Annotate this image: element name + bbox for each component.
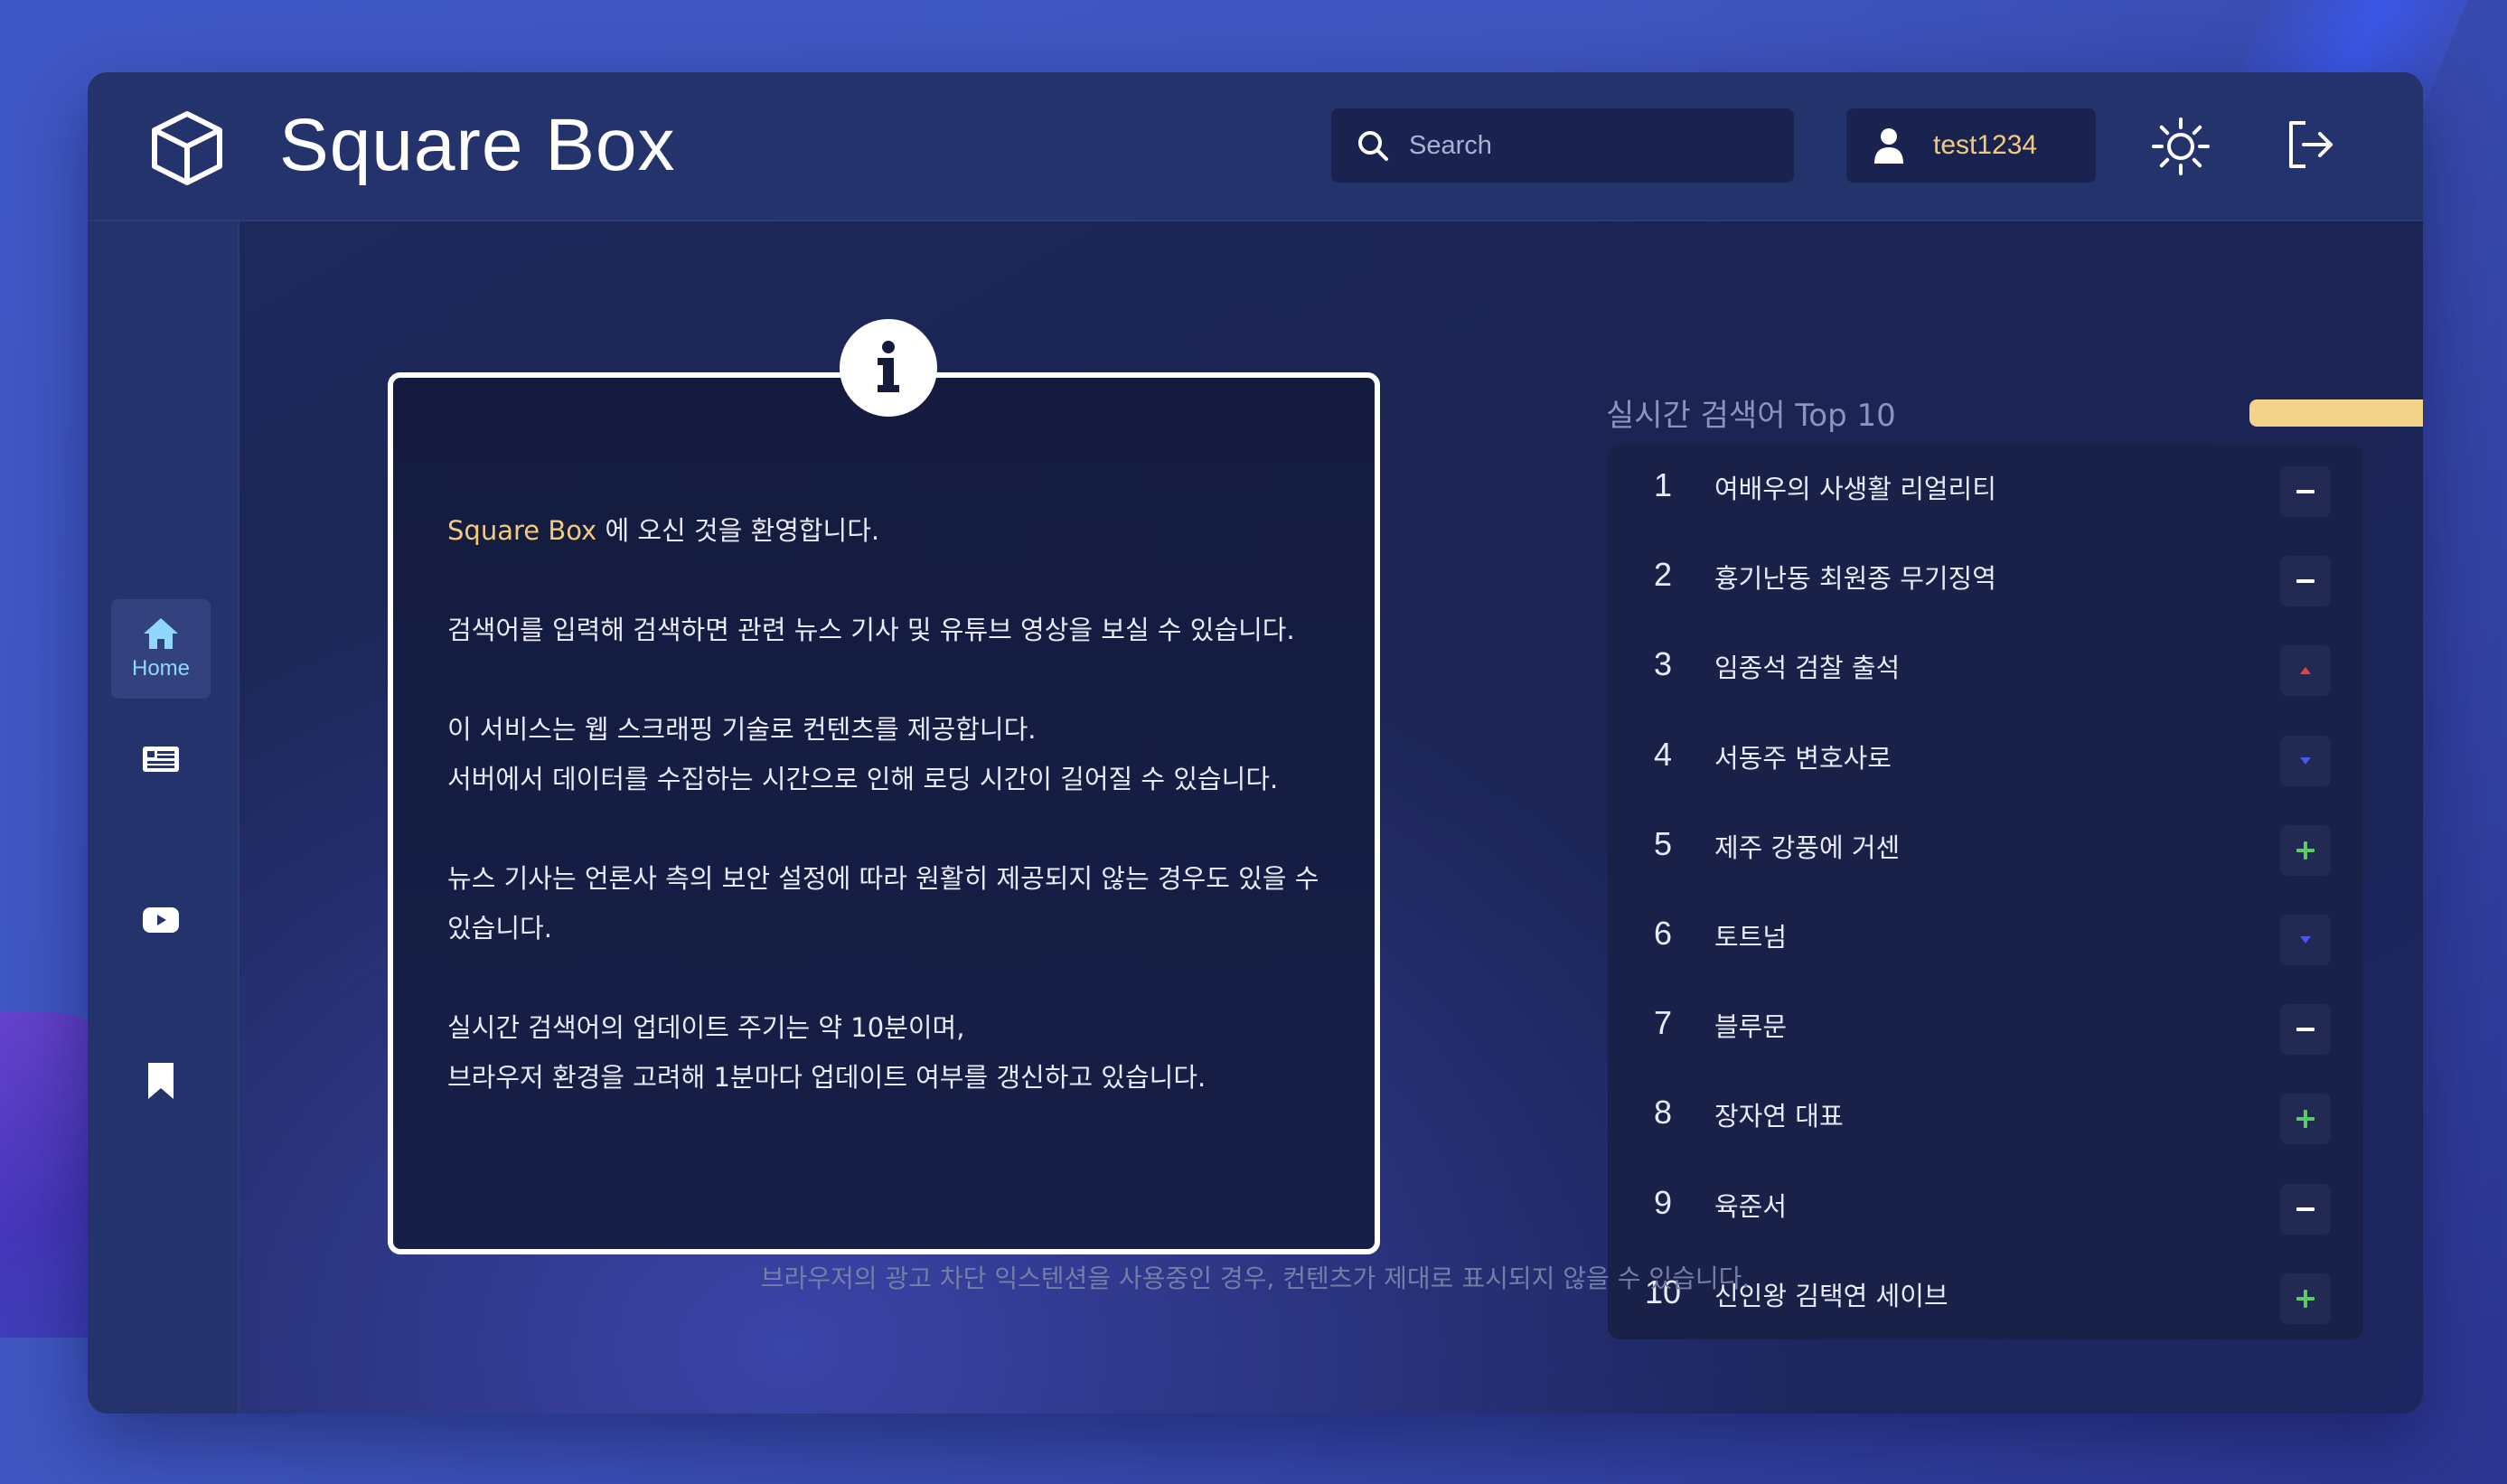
ranking-row[interactable]: 6 토트넘	[1608, 893, 2363, 982]
rank-number: 2	[1653, 556, 1673, 594]
info-icon	[840, 319, 937, 417]
sidebar: Home	[88, 221, 239, 1414]
search-icon	[1358, 131, 1388, 161]
info-line: 이 서비스는 웹 스크래핑 기술로 컨텐츠를 제공합니다.	[447, 714, 1037, 745]
home-icon	[144, 618, 178, 649]
rank-status	[2280, 466, 2331, 517]
rank-up-icon	[2300, 667, 2311, 675]
sidebar-item-home[interactable]: Home	[111, 599, 211, 699]
header: Square Box test1234	[88, 72, 2423, 221]
info-text: Square Box 에 오신 것을 환영합니다. 검색어를 입력해 검색하면 …	[447, 506, 1351, 1152]
info-paragraph: 검색어를 입력해 검색하면 관련 뉴스 기사 및 유튜브 영상을 보실 수 있습…	[447, 615, 1295, 645]
no-change-icon	[2296, 1028, 2315, 1032]
rank-status	[2280, 645, 2331, 697]
username: test1234	[1933, 130, 2038, 160]
rank-status	[2280, 1004, 2331, 1056]
logout-icon[interactable]	[2286, 119, 2336, 170]
search-term[interactable]: 토트넘	[1714, 916, 1787, 954]
search-term[interactable]: 블루문	[1714, 1006, 1787, 1044]
app-title[interactable]: Square Box	[279, 105, 676, 186]
rank-status	[2280, 1094, 2331, 1145]
search-term[interactable]: 제주 강풍에 거센	[1714, 827, 1900, 865]
sun-icon[interactable]	[2152, 117, 2210, 175]
ranking-row[interactable]: 3 임종석 검찰 출석	[1608, 624, 2363, 713]
sidebar-item-news[interactable]	[111, 709, 211, 809]
no-change-icon	[2296, 1207, 2315, 1211]
rank-number: 3	[1653, 645, 1673, 683]
search-term[interactable]: 장자연 대표	[1714, 1095, 1844, 1133]
search-box[interactable]	[1331, 108, 1794, 183]
search-input[interactable]	[1407, 129, 1772, 162]
rank-down-icon	[2300, 936, 2311, 944]
info-card: Square Box 에 오신 것을 환영합니다. 검색어를 입력해 검색하면 …	[388, 372, 1380, 1254]
sidebar-item-youtube[interactable]	[111, 870, 211, 970]
rank-number: 9	[1653, 1183, 1673, 1221]
ranking-row[interactable]: 1 여배우의 사생활 리얼리티	[1608, 445, 2363, 534]
info-paragraph: 실시간 검색어의 업데이트 주기는 약 10분이며, 브라우저 환경을 고려해 1…	[447, 1003, 1351, 1103]
ranking-row[interactable]: 4 서동주 변호사로	[1608, 714, 2363, 803]
rank-down-icon	[2300, 756, 2311, 765]
brand-highlight: Square Box	[447, 515, 597, 546]
rank-number: 6	[1653, 915, 1673, 952]
ranking-row[interactable]: 8 장자연 대표	[1608, 1072, 2363, 1161]
search-term[interactable]: 육준서	[1714, 1186, 1787, 1224]
app-window: Square Box test1234	[88, 72, 2423, 1414]
info-paragraph: 뉴스 기사는 언론사 측의 보안 설정에 따라 원활히 제공되지 않는 경우도 …	[447, 863, 1319, 944]
search-term[interactable]: 여배우의 사생활 리얼리티	[1714, 468, 1996, 506]
rank-number: 4	[1653, 735, 1673, 773]
update-progress-fill	[2249, 399, 2423, 427]
no-change-icon	[2296, 579, 2315, 584]
ranking-row[interactable]: 9 육준서	[1608, 1162, 2363, 1252]
user-profile-button[interactable]: test1234	[1846, 108, 2096, 183]
cube-logo-icon	[152, 111, 222, 185]
main-content: Square Box 에 오신 것을 환영합니다. 검색어를 입력해 검색하면 …	[238, 221, 2423, 1414]
news-icon	[143, 747, 179, 772]
ranking-row[interactable]: 7 블루문	[1608, 982, 2363, 1072]
search-term[interactable]: 서동주 변호사로	[1714, 737, 1892, 775]
rank-number: 7	[1653, 1004, 1673, 1042]
rank-status	[2280, 556, 2331, 607]
rank-status	[2280, 915, 2331, 965]
search-term[interactable]: 흉기난동 최원종 무기징역	[1714, 558, 1996, 596]
youtube-icon	[143, 907, 179, 933]
ranking-row[interactable]: 5 제주 강풍에 거센	[1608, 803, 2363, 893]
new-entry-icon	[2296, 1110, 2315, 1129]
sidebar-item-label: Home	[131, 656, 191, 681]
user-icon	[1874, 128, 1903, 164]
search-term[interactable]: 임종석 검찰 출석	[1714, 647, 1900, 685]
rank-number: 5	[1653, 824, 1673, 862]
info-line: 서버에서 데이터를 수집하는 시간으로 인해 로딩 시간이 길어질 수 있습니다…	[447, 764, 1279, 794]
info-line: 브라우저 환경을 고려해 1분마다 업데이트 여부를 갱신하고 있습니다.	[447, 1062, 1207, 1093]
sidebar-item-bookmark[interactable]	[111, 1031, 211, 1131]
realtime-title: 실시간 검색어 Top 10	[1606, 398, 1896, 434]
welcome-line: Square Box 에 오신 것을 환영합니다.	[447, 506, 1351, 556]
rank-number: 1	[1653, 466, 1673, 503]
bookmark-icon	[148, 1063, 174, 1099]
footer-note: 브라우저의 광고 차단 익스텐션을 사용중인 경우, 컨텐츠가 제대로 표시되지…	[760, 1263, 1751, 1293]
info-line: 실시간 검색어의 업데이트 주기는 약 10분이며,	[447, 1012, 965, 1043]
new-entry-icon	[2296, 841, 2315, 859]
rank-status	[2280, 824, 2331, 876]
rank-status	[2280, 1183, 2331, 1235]
no-change-icon	[2296, 490, 2315, 493]
rank-status	[2280, 735, 2331, 786]
rank-number: 8	[1653, 1094, 1673, 1132]
update-progress-bar	[2249, 399, 2423, 427]
welcome-text: 에 오신 것을 환영합니다.	[596, 515, 880, 546]
realtime-list: 1 여배우의 사생활 리얼리티 2 흉기난동 최원종 무기징역 3 임종석 검찰 출석 4 서…	[1608, 445, 2363, 1339]
ranking-row[interactable]: 2 흉기난동 최원종 무기징역	[1608, 534, 2363, 624]
info-paragraph: 이 서비스는 웹 스크래핑 기술로 컨텐츠를 제공합니다. 서버에서 데이터를 수…	[447, 705, 1351, 804]
